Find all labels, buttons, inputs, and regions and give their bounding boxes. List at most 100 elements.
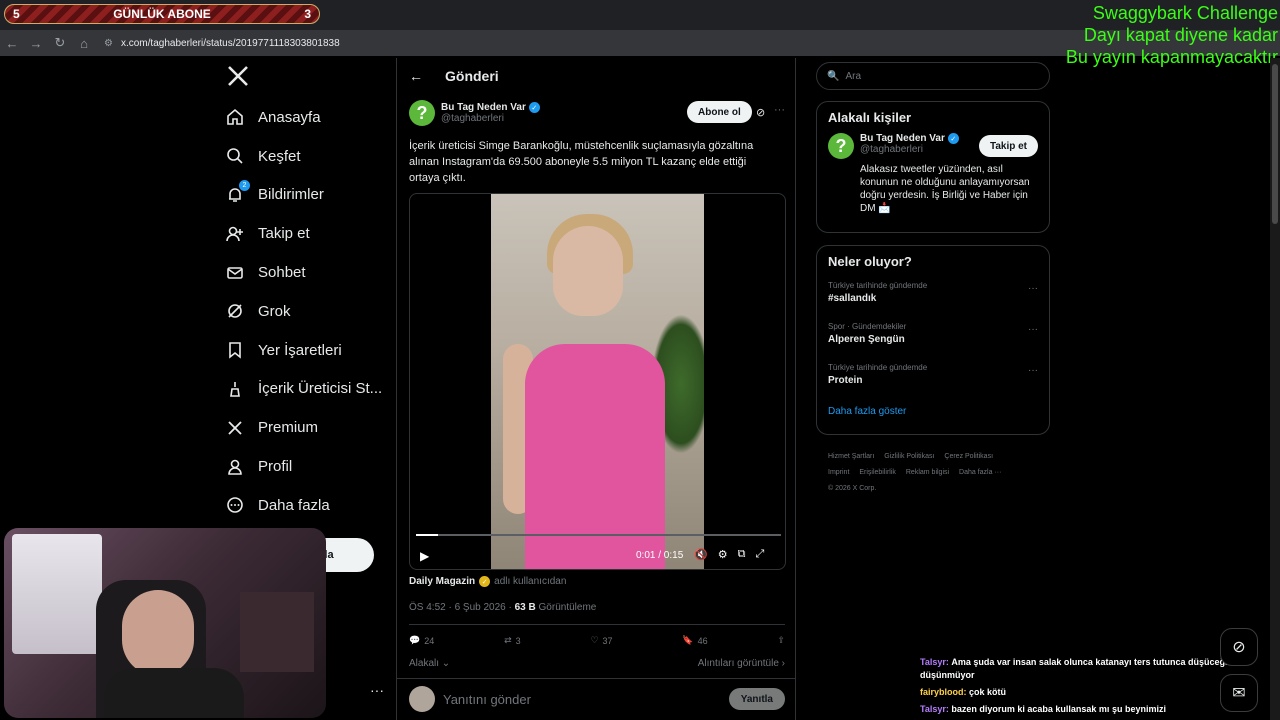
- sidebar-item-premium[interactable]: Premium: [224, 408, 384, 447]
- heart-icon: ♡: [590, 635, 599, 645]
- bookmark-icon: 🔖: [682, 635, 694, 645]
- video-progress-fill: [416, 534, 438, 536]
- subscriber-left-value: 5: [13, 7, 20, 21]
- bookmark-action[interactable]: 🔖 46: [682, 635, 707, 646]
- search-input[interactable]: 🔍 Ara: [816, 62, 1050, 90]
- account-more-icon[interactable]: ···: [370, 682, 384, 698]
- forward-nav-icon[interactable]: →: [24, 36, 48, 51]
- page-title: Gönderi: [445, 68, 499, 84]
- trend-item[interactable]: Türkiye tarihinde gündemde #sallandık ··…: [817, 277, 1049, 318]
- related-name[interactable]: Bu Tag Neden Var: [860, 133, 945, 144]
- show-more-link[interactable]: Daha fazla göster: [817, 400, 1049, 429]
- relevant-label: Alakalı: [409, 658, 440, 669]
- search-icon: 🔍: [827, 70, 840, 82]
- reply-button[interactable]: Yanıtla: [728, 688, 785, 710]
- trend-item[interactable]: Türkiye tarihinde gündemde Protein ···: [817, 359, 1049, 400]
- view-quotes-link[interactable]: Alıntıları görüntüle ›: [698, 658, 785, 669]
- share-action[interactable]: ⇪: [777, 635, 785, 646]
- sidebar-item-label: Anasayfa: [258, 108, 321, 126]
- chat-message: Talsyr: Ama şuda var insan salak olunca …: [920, 656, 1260, 682]
- related-handle[interactable]: @taghaberleri: [860, 144, 979, 155]
- footer-link[interactable]: Gizlilik Politikası: [884, 453, 934, 460]
- chat-message: Talsyr: bazen diyorum ki acaba kullansak…: [920, 703, 1260, 716]
- credit-name[interactable]: Daily Magazin: [409, 576, 475, 587]
- trend-more-icon[interactable]: ···: [1028, 324, 1038, 335]
- reply-input[interactable]: Yanıtını gönder: [443, 692, 729, 707]
- reload-icon[interactable]: ↻: [48, 35, 72, 51]
- trend-context: Türkiye tarihinde gündemde: [828, 363, 928, 372]
- footer-links: Hizmet Şartları Gizlilik Politikası Çere…: [828, 449, 1038, 497]
- video-progress-bar[interactable]: [416, 534, 781, 536]
- sidebar-item-follow[interactable]: Takip et: [224, 214, 384, 253]
- trend-more-icon[interactable]: ···: [1028, 283, 1038, 294]
- scrollbar[interactable]: [1270, 58, 1280, 720]
- mute-icon[interactable]: 🔇: [694, 548, 708, 561]
- relevant-sort-dropdown[interactable]: Alakalı ⌄: [409, 658, 450, 669]
- author-avatar[interactable]: ?: [409, 100, 435, 126]
- fullscreen-icon[interactable]: ⤢: [755, 548, 764, 561]
- verified-badge-icon: ✓: [947, 133, 959, 144]
- back-nav-icon[interactable]: ←: [0, 36, 24, 51]
- sidebar-item-notifications[interactable]: 2 Bildirimler: [224, 176, 384, 215]
- trend-topic: Alperen Şengün: [828, 334, 905, 345]
- view-label: Görüntüleme: [535, 602, 597, 613]
- x-icon: [224, 417, 246, 439]
- sidebar-item-label: Bildirimler: [258, 186, 324, 204]
- url-field[interactable]: ⚙ x.com/taghaberleri/status/201977111830…: [104, 38, 340, 49]
- like-action[interactable]: ♡ 37: [590, 635, 612, 646]
- post-header: ← Gönderi: [397, 58, 795, 94]
- sidebar-item-chat[interactable]: Sohbet: [224, 253, 384, 292]
- trend-item[interactable]: Spor · Gündemdekiler Alperen Şengün ···: [817, 318, 1049, 359]
- grok-explain-icon[interactable]: ⊘: [756, 106, 765, 119]
- footer-link[interactable]: Daha fazla ···: [959, 469, 1001, 476]
- chat-text: bazen diyorum ki acaba kullansak mı şu b…: [951, 704, 1166, 714]
- copyright: © 2026 X Corp.: [828, 485, 877, 492]
- bell-icon: 2: [224, 179, 250, 206]
- back-arrow-icon[interactable]: ←: [409, 68, 445, 84]
- post-timestamp[interactable]: ÖS 4:52 · 6 Şub 2026 ·: [409, 602, 515, 613]
- messages-fab-icon[interactable]: ✉: [1220, 674, 1258, 712]
- play-icon[interactable]: ▶: [420, 549, 429, 563]
- footer-link[interactable]: Imprint: [828, 469, 849, 476]
- reply-action[interactable]: 💬 24: [409, 635, 434, 646]
- sidebar-item-grok[interactable]: Grok: [224, 292, 384, 331]
- overlay-line-2: Dayı kapat diyene kadar: [1083, 25, 1278, 45]
- subscribe-button[interactable]: Abone ol: [687, 101, 752, 123]
- sidebar-item-more[interactable]: Daha fazla: [224, 486, 384, 525]
- footer-link[interactable]: Çerez Politikası: [944, 453, 993, 460]
- view-count: 63 B: [514, 602, 536, 613]
- trend-more-icon[interactable]: ···: [1028, 365, 1038, 376]
- sidebar-item-home[interactable]: Anasayfa: [224, 98, 384, 137]
- author-name[interactable]: Bu Tag Neden Var: [441, 102, 526, 113]
- author-handle[interactable]: @taghaberleri: [441, 113, 540, 124]
- repost-action[interactable]: ⇄ 3: [504, 635, 521, 646]
- bookmark-count: 46: [697, 635, 708, 646]
- related-person[interactable]: ? Bu Tag Neden Var ✓ @taghaberleri Takip …: [817, 133, 1049, 159]
- footer-link[interactable]: Reklam bilgisi: [906, 469, 949, 476]
- like-count: 37: [602, 635, 613, 646]
- sidebar-item-creator-studio[interactable]: İçerik Üreticisi St...: [224, 370, 384, 409]
- sidebar-item-bookmarks[interactable]: Yer İşaretleri: [224, 331, 384, 370]
- pip-icon[interactable]: ⧉: [738, 548, 746, 561]
- related-avatar[interactable]: ?: [828, 133, 854, 159]
- home-nav-icon[interactable]: ⌂: [72, 36, 96, 51]
- user-avatar: [409, 686, 435, 712]
- grok-fab-icon[interactable]: ⊘: [1220, 628, 1258, 666]
- site-info-icon[interactable]: ⚙: [104, 38, 113, 49]
- follow-button[interactable]: Takip et: [978, 135, 1038, 157]
- footer-link[interactable]: Hizmet Şartları: [828, 453, 874, 460]
- sidebar-item-explore[interactable]: Keşfet: [224, 137, 384, 176]
- reply-sort-row: Alakalı ⌄ Alıntıları görüntüle ›: [409, 658, 785, 669]
- x-logo-icon[interactable]: [226, 64, 250, 88]
- stream-chat: Talsyr: Ama şuda var insan salak olunca …: [920, 656, 1260, 720]
- settings-gear-icon[interactable]: ⚙: [718, 548, 728, 561]
- post-text: İçerik üreticisi Simge Barankoğlu, müste…: [409, 140, 754, 184]
- sidebar-item-profile[interactable]: Profil: [224, 447, 384, 486]
- footer-link[interactable]: Erişilebilirlik: [859, 469, 896, 476]
- stream-overlay-text: Swaggybark Challenge Dayı kapat diyene k…: [1066, 2, 1278, 68]
- video-time: 0:01 / 0:15: [636, 550, 684, 561]
- post-author[interactable]: ? Bu Tag Neden Var ✓ @taghaberleri: [409, 100, 540, 126]
- video-player[interactable]: ▶ 0:01 / 0:15 🔇 ⚙ ⧉ ⤢: [409, 193, 786, 570]
- post-more-icon[interactable]: ···: [774, 104, 785, 116]
- webcam-overlay: [4, 528, 326, 718]
